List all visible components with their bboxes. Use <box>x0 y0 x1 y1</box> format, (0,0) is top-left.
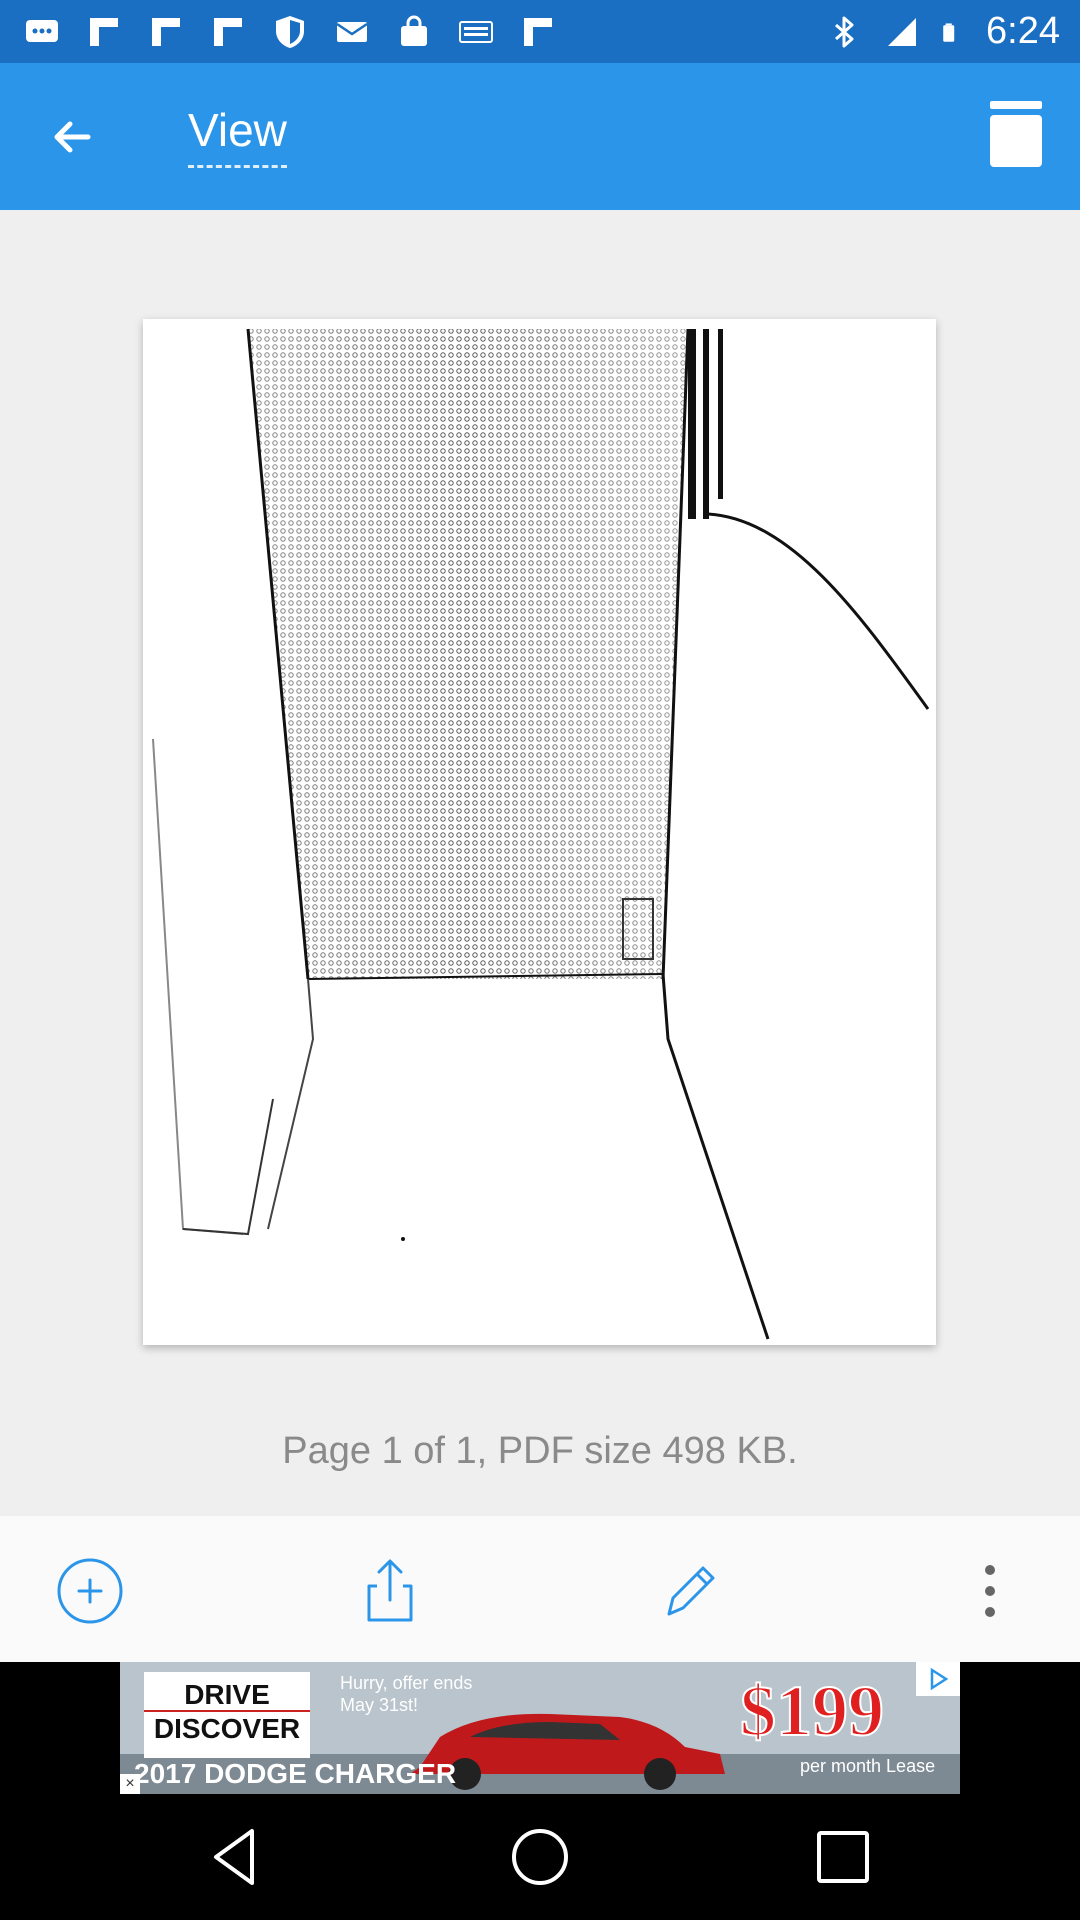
flipboard-icon <box>524 18 552 46</box>
ad-close-button[interactable]: × <box>120 1774 140 1794</box>
signal-icon <box>888 17 917 46</box>
ad-logo-line1: DRIVE <box>184 1679 270 1710</box>
ad-price: $199 <box>739 1670 885 1752</box>
email-icon <box>336 22 368 42</box>
home-nav-icon[interactable] <box>502 1819 578 1895</box>
app-bar: View <box>0 63 1080 210</box>
ad-offer-line2: May 31st! <box>340 1695 419 1715</box>
pages-icon[interactable] <box>988 101 1044 167</box>
status-bar: 6:24 <box>0 0 1080 63</box>
edit-icon[interactable] <box>655 1556 725 1626</box>
messages-icon <box>26 20 58 42</box>
scanned-photo <box>143 319 936 1345</box>
shopping-bag-icon <box>401 15 427 46</box>
system-icons: 6:24 <box>826 10 1060 53</box>
more-vert-icon[interactable] <box>955 1556 1025 1626</box>
notification-icons <box>24 14 556 50</box>
ad-banner[interactable]: DRIVE DISCOVER Hurry, offer ends May 31s… <box>120 1662 960 1794</box>
ad-logo: DRIVE DISCOVER <box>144 1672 310 1758</box>
flipboard-icon <box>90 18 118 46</box>
page-info-text: Page 1 of 1, PDF size 498 KB. <box>282 1430 798 1472</box>
ad-logo-line2: DISCOVER <box>144 1710 310 1746</box>
bluetooth-icon <box>835 16 854 47</box>
add-icon[interactable] <box>55 1556 125 1626</box>
status-time: 6:24 <box>986 10 1060 52</box>
ad-lease-text: per month Lease <box>800 1756 936 1776</box>
share-icon[interactable] <box>355 1556 425 1626</box>
bottom-toolbar <box>0 1516 1080 1662</box>
document-viewer: Page 1 of 1, PDF size 498 KB. <box>0 210 1080 1516</box>
pdf-page-preview[interactable] <box>143 319 936 1345</box>
adchoices-icon[interactable] <box>916 1662 960 1696</box>
arrow-left-icon[interactable] <box>40 105 104 169</box>
navigation-bar <box>0 1794 1080 1920</box>
ad-model-text: 2017 DODGE CHARGER <box>134 1758 457 1789</box>
recents-nav-icon[interactable] <box>805 1819 881 1895</box>
shield-icon <box>276 16 304 48</box>
flipboard-icon <box>214 18 242 46</box>
espn-icon <box>459 21 493 43</box>
back-nav-icon[interactable] <box>200 1819 276 1895</box>
ad-offer-line1: Hurry, offer ends <box>340 1673 473 1693</box>
battery-icon <box>943 22 955 42</box>
flipboard-icon <box>152 18 180 46</box>
ad-offer-text: Hurry, offer ends May 31st! <box>340 1672 472 1716</box>
page-title[interactable]: View <box>188 103 287 168</box>
